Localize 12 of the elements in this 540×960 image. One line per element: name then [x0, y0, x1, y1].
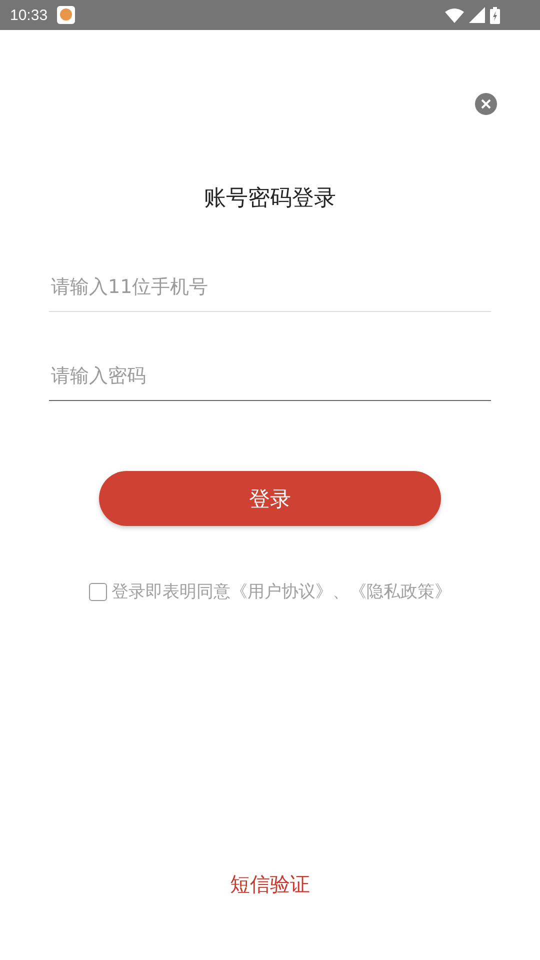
agreement-checkbox[interactable] [88, 582, 106, 600]
input-field[interactable]: 请输入密码 [49, 352, 491, 401]
status-time: 10:33 [10, 6, 48, 24]
sms-verification-link[interactable]: 短信验证 [230, 871, 310, 898]
agreement-text: 登录即表明同意《用户协议》、《隐私政策》 [112, 581, 452, 603]
login-title: 账号密码登录 [204, 185, 336, 213]
wifi-icon [445, 8, 464, 22]
close-icon[interactable] [475, 93, 497, 115]
app-notification-icon [56, 6, 75, 24]
signal-icon [469, 7, 485, 23]
battery-icon [490, 6, 500, 24]
login-button[interactable]: 登录 [99, 471, 441, 526]
